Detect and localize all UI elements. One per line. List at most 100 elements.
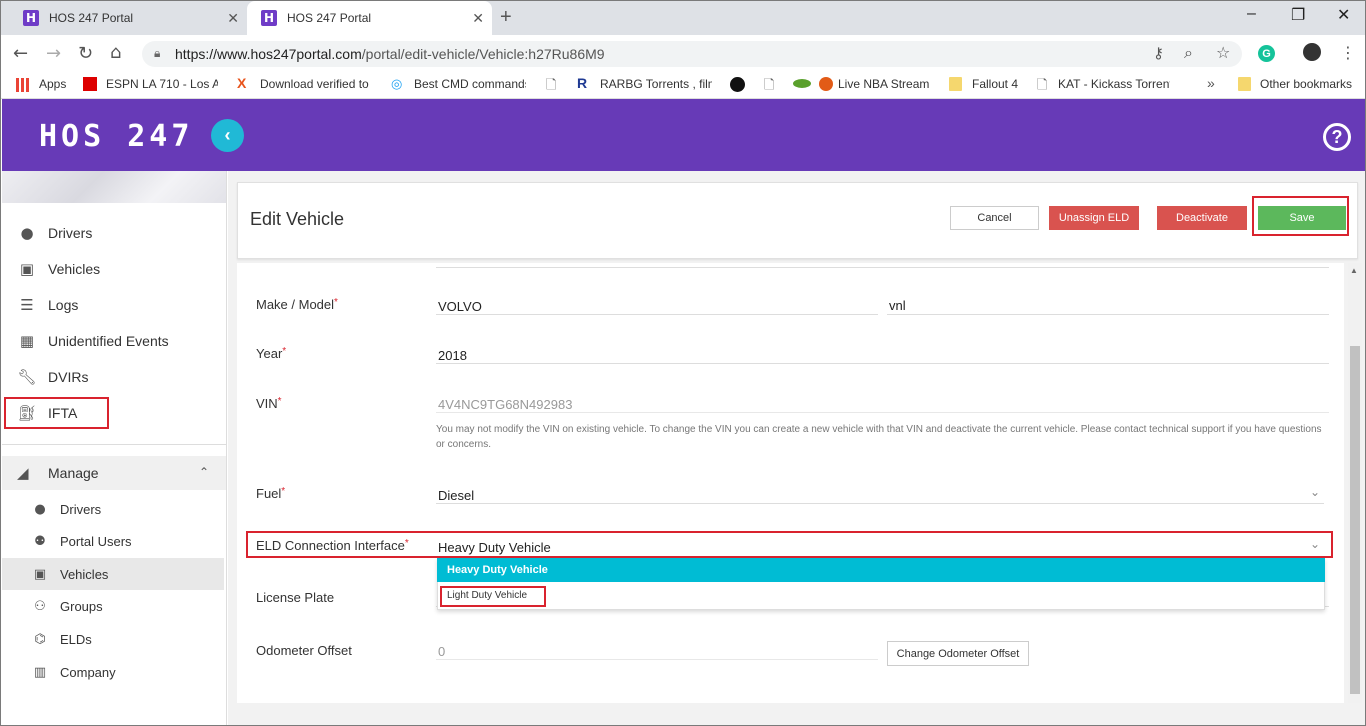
manage-item-portal-users[interactable]: ⚉ Portal Users <box>2 526 224 556</box>
app-logo[interactable]: HOS 247 <box>39 119 193 154</box>
spotify-icon[interactable] <box>730 77 745 92</box>
manage-item-company[interactable]: ▥ Company <box>2 657 224 687</box>
dropdown-option-heavy-duty[interactable]: Heavy Duty Vehicle <box>437 558 1325 582</box>
year-input[interactable]: 2018 <box>438 348 467 363</box>
highlight-eld-interface <box>246 531 1333 558</box>
manage-item-elds[interactable]: ⌬ ELDs <box>2 624 224 654</box>
menu-icon[interactable]: ⋮ <box>1340 43 1356 62</box>
manage-item-label: Vehicles <box>60 566 109 582</box>
back-icon[interactable]: ← <box>13 43 28 64</box>
reload-icon[interactable]: ↻ <box>78 43 93 64</box>
change-odometer-button[interactable]: Change Odometer Offset <box>887 641 1029 666</box>
sidebar-item-label: Logs <box>48 297 79 313</box>
minimize-icon[interactable]: – <box>1247 5 1256 23</box>
basketball-icon <box>819 77 833 91</box>
sidebar-item-drivers[interactable]: ● Drivers <box>2 218 226 248</box>
close-window-icon[interactable]: ✕ <box>1337 5 1350 25</box>
folder-icon <box>1238 77 1251 91</box>
bus-icon: ▣ <box>19 260 35 278</box>
fuel-select[interactable]: Diesel <box>438 488 474 503</box>
scroll-up-icon[interactable]: ▲ <box>1350 266 1358 275</box>
manage-item-drivers[interactable]: ● Drivers <box>2 494 224 524</box>
bookmark-kat[interactable]: KAT - Kickass Torrent <box>1058 77 1170 91</box>
field-underline <box>436 503 1324 504</box>
manage-item-label: Groups <box>60 598 103 614</box>
label-text: Make / Model <box>256 297 335 312</box>
required-mark: * <box>277 396 282 407</box>
url-host: https://www.hos247portal.com <box>175 46 362 62</box>
browser-tab-1[interactable]: H HOS 247 Portal ✕ <box>9 1 247 35</box>
url-text[interactable]: https://www.hos247portal.com/portal/edit… <box>175 46 605 62</box>
sidebar-item-dvirs[interactable]: 🔧︎ DVIRs <box>2 362 226 392</box>
deactivate-button[interactable]: Deactivate <box>1157 206 1247 230</box>
sidebar-item-label: Vehicles <box>48 261 101 277</box>
sidebar-item-label: Unidentified Events <box>48 333 169 349</box>
odometer-label: Odometer Offset <box>256 643 352 658</box>
bookmark-fallout[interactable]: Fallout 4 <box>972 77 1032 91</box>
year-label: Year* <box>256 346 286 361</box>
espn-icon <box>83 77 97 91</box>
browser-tab-2[interactable]: H HOS 247 Portal ✕ <box>247 1 492 35</box>
maximize-icon[interactable]: ❐ <box>1291 5 1305 25</box>
required-mark: * <box>334 297 338 308</box>
group-icon: ⚇ <box>34 598 46 614</box>
cancel-button[interactable]: Cancel <box>950 206 1039 230</box>
make-input[interactable]: VOLVO <box>438 299 482 314</box>
bookmark-rarbg[interactable]: RARBG Torrents , film <box>600 77 712 91</box>
chevron-left-icon: ‹ <box>224 125 231 145</box>
sidebar-item-logs[interactable]: ☰ Logs <box>2 290 226 320</box>
vehicle-form <box>237 263 1344 703</box>
field-underline <box>436 267 1329 268</box>
chart-gear-icon: ◢ <box>17 464 29 482</box>
sidebar-item-unidentified-events[interactable]: ▦ Unidentified Events <box>2 326 226 356</box>
x-site-icon: X <box>237 75 247 91</box>
chevron-down-icon[interactable]: ⌄ <box>1310 485 1320 499</box>
model-input[interactable]: vnl <box>889 298 906 313</box>
collapse-sidebar-button[interactable]: ‹ <box>211 119 244 152</box>
field-underline <box>436 314 878 315</box>
home-icon[interactable]: ⌂ <box>110 42 121 63</box>
sidebar-divider <box>2 444 226 445</box>
page-icon[interactable]: 🗋︎ <box>764 76 774 98</box>
manage-item-vehicles[interactable]: ▣ Vehicles <box>2 558 224 590</box>
bookmark-cmd[interactable]: Best CMD commands <box>414 77 526 91</box>
required-mark: * <box>281 486 286 497</box>
app-header <box>2 99 1365 171</box>
unassign-eld-button[interactable]: Unassign ELD <box>1049 206 1139 230</box>
scrollbar-thumb[interactable] <box>1350 346 1360 694</box>
cmd-site-icon: ◎ <box>391 76 403 91</box>
required-mark: * <box>282 346 287 357</box>
sidebar-manage-header[interactable]: ◢ Manage ⌃ <box>2 456 226 490</box>
key-icon[interactable]: ⚷ <box>1153 44 1164 62</box>
bookmark-other[interactable]: Other bookmarks <box>1260 77 1360 91</box>
bookmark-espn[interactable]: ESPN LA 710 - Los Ar <box>106 77 218 91</box>
nvidia-icon[interactable] <box>793 79 811 88</box>
sidebar-item-label: DVIRs <box>48 369 89 385</box>
profile-icon[interactable] <box>1303 43 1321 61</box>
sidebar-item-vehicles[interactable]: ▣ Vehicles <box>2 254 226 284</box>
manage-label: Manage <box>48 465 99 481</box>
more-bookmarks-icon[interactable]: » <box>1207 75 1215 91</box>
zoom-icon[interactable]: ⌕ <box>1184 43 1193 63</box>
new-tab-icon[interactable]: + <box>500 6 512 29</box>
building-icon: ▥ <box>33 664 47 680</box>
highlight-save <box>1252 196 1349 236</box>
help-icon[interactable]: ? <box>1323 123 1351 151</box>
chevron-up-icon: ⌃ <box>199 465 210 479</box>
bookmark-nba[interactable]: Live NBA Stream <box>838 77 933 91</box>
label-text: VIN <box>256 396 278 411</box>
manage-item-label: ELDs <box>60 631 92 647</box>
tab-title: HOS 247 Portal <box>287 11 372 25</box>
manage-item-groups[interactable]: ⚇ Groups <box>2 591 224 621</box>
star-icon[interactable]: ☆ <box>1216 43 1230 62</box>
person-icon: ● <box>34 501 46 517</box>
grammarly-icon[interactable]: G <box>1258 45 1275 62</box>
close-tab-icon[interactable]: ✕ <box>227 10 239 27</box>
close-tab-icon[interactable]: ✕ <box>472 10 484 27</box>
bookmark-download[interactable]: Download verified to <box>260 77 372 91</box>
label-text: Fuel <box>256 486 282 501</box>
bookmark-apps[interactable]: Apps <box>39 77 69 91</box>
tab-title: HOS 247 Portal <box>49 11 134 25</box>
forward-icon[interactable]: → <box>46 43 61 64</box>
highlight-ifta <box>4 397 109 429</box>
